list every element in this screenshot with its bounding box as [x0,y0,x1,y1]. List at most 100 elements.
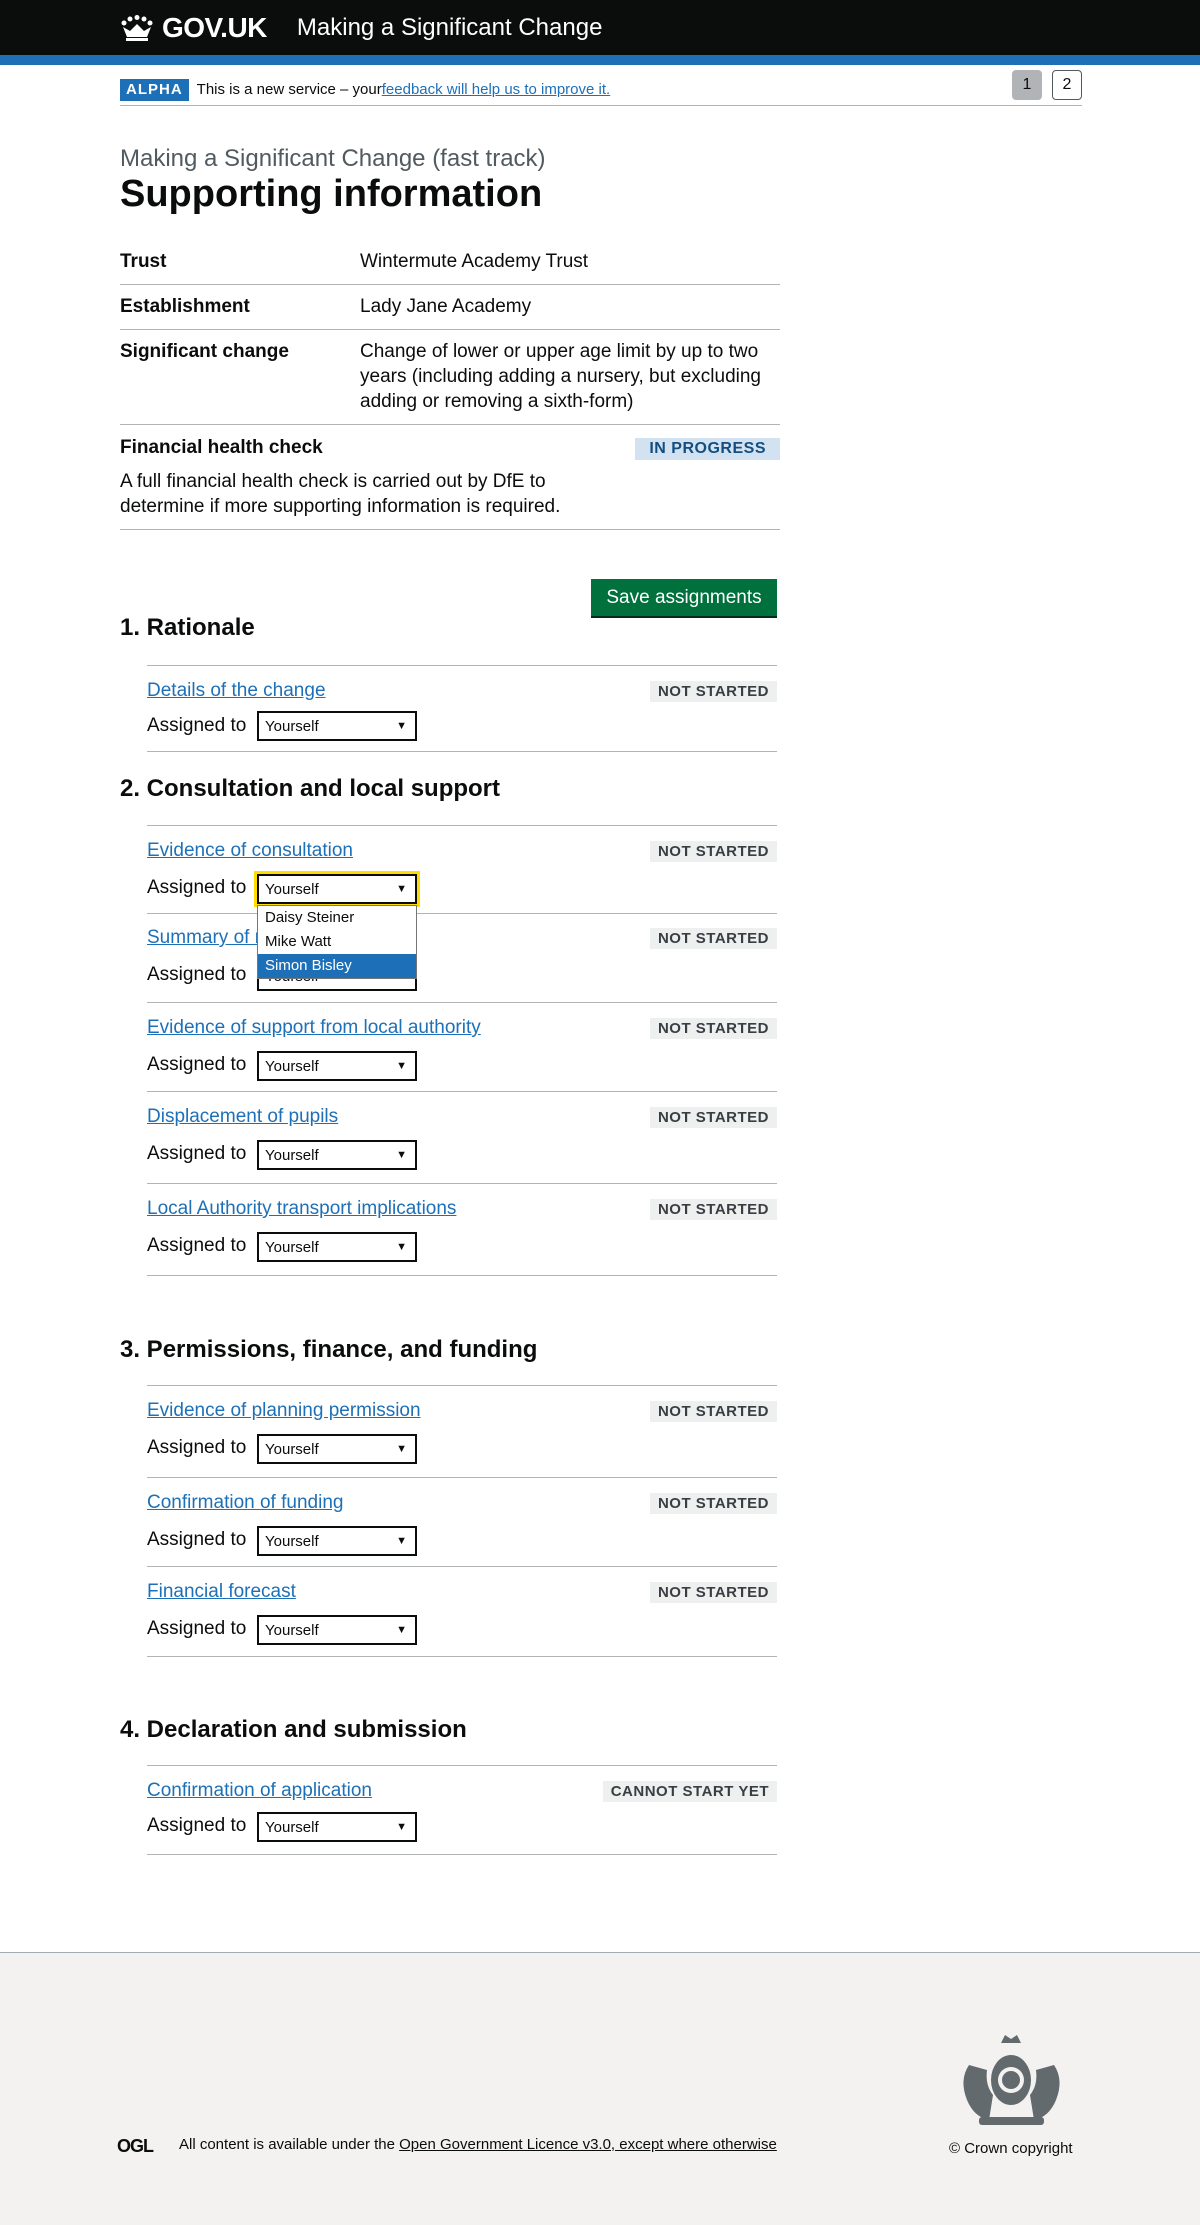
assigned-to-label: Assigned to [147,1618,247,1639]
section-heading-declaration: 4. Declaration and submission [120,1716,467,1743]
task-link-transport-implications[interactable]: Local Authority transport implications [147,1198,456,1220]
task-link-summary[interactable]: Summary of r [147,927,261,949]
service-name[interactable]: Making a Significant Change [297,14,603,42]
task-link-details-of-change[interactable]: Details of the change [147,680,326,702]
financial-health-check: Financial health check IN PROGRESS A ful… [120,427,780,530]
licence-prefix: All content is available under the [179,2136,400,2153]
assignee-select[interactable]: Yourself ▼ [257,1812,417,1842]
section-heading-consultation: 2. Consultation and local support [120,775,501,802]
dropdown-option[interactable]: Mike Watt [258,930,416,954]
divider [147,825,777,826]
task-link-financial-forecast[interactable]: Financial forecast [147,1581,296,1603]
divider [147,751,777,752]
status-badge: NOT STARTED [649,1493,777,1514]
assigned-to-label: Assigned to [147,1815,247,1836]
status-badge: NOT STARTED [649,1582,777,1603]
govuk-logo-text[interactable]: GOV.UK [162,12,267,44]
page-2-button[interactable]: 2 [1052,70,1082,100]
task-link-confirmation-of-funding[interactable]: Confirmation of funding [147,1492,343,1514]
select-value: Yourself [265,1057,319,1075]
summary-key: Trust [120,251,167,272]
divider [147,1854,777,1855]
summary-value: Lady Jane Academy [360,296,532,317]
status-badge: NOT STARTED [649,1401,777,1422]
summary-key: Establishment [120,296,250,317]
divider [147,1385,777,1386]
task-link-displacement-of-pupils[interactable]: Displacement of pupils [147,1106,338,1128]
divider [147,1275,777,1276]
assignee-select[interactable]: Yourself ▼ [257,1434,417,1464]
health-check-title: Financial health check [120,437,323,458]
site-header: GOV.UK Making a Significant Change [0,0,1200,65]
assignee-select[interactable]: Yourself ▼ [257,711,417,741]
assignee-select[interactable]: Yourself ▼ [257,1615,417,1645]
status-badge: NOT STARTED [649,841,777,862]
page-1-button[interactable]: 1 [1012,70,1042,100]
divider [147,1656,777,1657]
assigned-to-label: Assigned to [147,1235,247,1256]
assigned-to-label: Assigned to [147,1143,247,1164]
assigned-to-label: Assigned to [147,715,247,736]
assignee-select[interactable]: Yourself ▼ [257,1526,417,1556]
dropdown-arrow-icon: ▼ [396,1060,407,1072]
divider [147,665,777,666]
summary-key: Significant change [120,341,289,362]
assignee-select[interactable]: Yourself ▼ [257,1140,417,1170]
select-value: Yourself [265,1532,319,1550]
select-value: Yourself [265,880,319,898]
assignee-select[interactable]: Yourself ▼ [257,1232,417,1262]
divider [147,1091,777,1092]
page-title: Supporting information [120,173,543,215]
divider [147,1477,777,1478]
select-value: Yourself [265,1146,319,1164]
crown-icon [121,14,153,41]
dropdown-arrow-icon: ▼ [396,1624,407,1636]
dropdown-arrow-icon: ▼ [396,1149,407,1161]
status-badge: NOT STARTED [649,1018,777,1039]
assigned-to-label: Assigned to [147,964,247,985]
summary-value: Wintermute Academy Trust [360,251,589,272]
task-link-evidence-of-consultation[interactable]: Evidence of consultation [147,840,353,862]
status-badge: NOT STARTED [649,1107,777,1128]
phase-text: This is a new service – your [196,81,382,98]
dropdown-arrow-icon: ▼ [396,1821,407,1833]
assigned-to-label: Assigned to [147,1529,247,1550]
summary-row-establishment: Establishment Lady Jane Academy [120,285,780,330]
task-link-confirmation-of-application[interactable]: Confirmation of application [147,1780,372,1802]
status-badge: NOT STARTED [649,681,777,702]
select-value: Yourself [265,1818,319,1836]
status-badge: NOT STARTED [649,1199,777,1220]
health-check-description: A full financial health check is carried… [120,471,561,517]
select-value: Yourself [265,1440,319,1458]
assignee-select[interactable]: Yourself ▼ [257,1051,417,1081]
section-heading-permissions: 3. Permissions, finance, and funding [120,1336,538,1363]
dropdown-option[interactable]: Daisy Steiner [258,906,416,930]
dropdown-arrow-icon: ▼ [396,883,407,895]
phase-banner: ALPHA This is a new service – your feedb… [120,70,1082,106]
licence-text: All content is available under the Open … [179,2136,777,2153]
assigned-to-label: Assigned to [147,1437,247,1458]
page-switcher: 1 2 [1012,70,1082,100]
task-link-local-authority-support[interactable]: Evidence of support from local authority [147,1017,481,1039]
summary-value: Change of lower or upper age limit by up… [360,341,761,412]
feedback-link[interactable]: feedback will help us to improve it. [382,81,610,98]
select-value: Yourself [265,1621,319,1639]
section-heading-rationale: 1. Rationale [120,614,255,641]
dropdown-arrow-icon: ▼ [396,1443,407,1455]
dropdown-option-highlighted[interactable]: Simon Bisley [258,954,416,978]
phase-tag: ALPHA [120,78,189,101]
assignee-select-focused[interactable]: Yourself ▼ [254,871,420,907]
task-link-planning-permission[interactable]: Evidence of planning permission [147,1400,421,1422]
licence-link[interactable]: Open Government Licence v3.0, except whe… [399,2136,777,2153]
select-value: Yourself [265,1238,319,1256]
save-assignments-button[interactable]: Save assignments [591,579,777,616]
status-badge: NOT STARTED [649,928,777,949]
summary-row-trust: Trust Wintermute Academy Trust [120,240,780,285]
summary-row-significant-change: Significant change Change of lower or up… [120,330,780,425]
dropdown-arrow-icon: ▼ [396,1535,407,1547]
assignee-dropdown-list[interactable]: Daisy Steiner Mike Watt Simon Bisley [257,905,417,979]
status-badge: CANNOT START YET [602,1781,777,1802]
site-footer: OGL All content is available under the O… [0,1952,1200,2225]
summary-list: Trust Wintermute Academy Trust Establish… [120,240,780,425]
royal-coat-of-arms-icon [963,2035,1060,2125]
